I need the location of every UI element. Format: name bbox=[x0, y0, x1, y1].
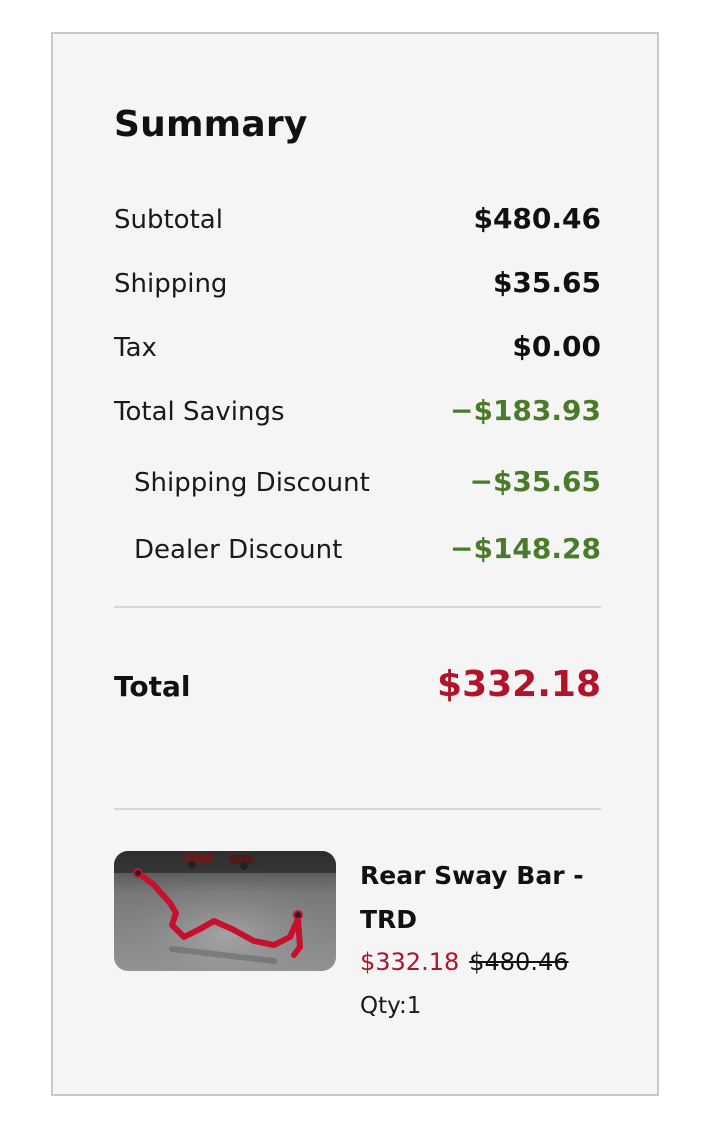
sale-price: $332.18 bbox=[360, 948, 460, 976]
subtotal-label: Subtotal bbox=[114, 205, 223, 235]
tax-row: Tax $0.00 bbox=[114, 330, 601, 363]
price-line: $332.18 $480.46 bbox=[360, 944, 600, 980]
sway-bar-icon bbox=[114, 851, 336, 971]
sway-bar-image bbox=[114, 851, 336, 971]
shipping-discount-row: Shipping Discount −$35.65 bbox=[114, 465, 601, 498]
summary-divider bbox=[114, 606, 601, 608]
summary-title: Summary bbox=[114, 104, 308, 145]
total-savings-value: −$183.93 bbox=[450, 394, 601, 427]
shipping-discount-label: Shipping Discount bbox=[134, 468, 370, 498]
total-value: $332.18 bbox=[437, 664, 601, 705]
product-info: Rear Sway Bar - TRD $332.18 $480.46 Qty:1 bbox=[360, 854, 600, 1026]
tax-label: Tax bbox=[114, 333, 157, 363]
tax-value: $0.00 bbox=[512, 330, 601, 363]
shipping-row: Shipping $35.65 bbox=[114, 266, 601, 299]
subtotal-row: Subtotal $480.46 bbox=[114, 202, 601, 235]
dealer-discount-label: Dealer Discount bbox=[134, 535, 343, 565]
dealer-discount-row: Dealer Discount −$148.28 bbox=[114, 532, 601, 565]
product-divider bbox=[114, 808, 601, 810]
total-savings-row: Total Savings −$183.93 bbox=[114, 394, 601, 427]
total-label: Total bbox=[114, 670, 191, 703]
shipping-label: Shipping bbox=[114, 269, 228, 299]
shipping-value: $35.65 bbox=[492, 266, 601, 299]
dealer-discount-value: −$148.28 bbox=[450, 532, 601, 565]
order-summary-card: Summary Subtotal $480.46 Shipping $35.65… bbox=[51, 32, 659, 1096]
original-price: $480.46 bbox=[469, 948, 569, 976]
subtotal-value: $480.46 bbox=[473, 202, 601, 235]
product-name[interactable]: Rear Sway Bar - TRD bbox=[360, 854, 600, 942]
total-row: Total $332.18 bbox=[114, 664, 601, 705]
total-savings-label: Total Savings bbox=[114, 397, 285, 427]
shipping-discount-value: −$35.65 bbox=[469, 465, 601, 498]
quantity: Qty:1 bbox=[360, 993, 422, 1019]
